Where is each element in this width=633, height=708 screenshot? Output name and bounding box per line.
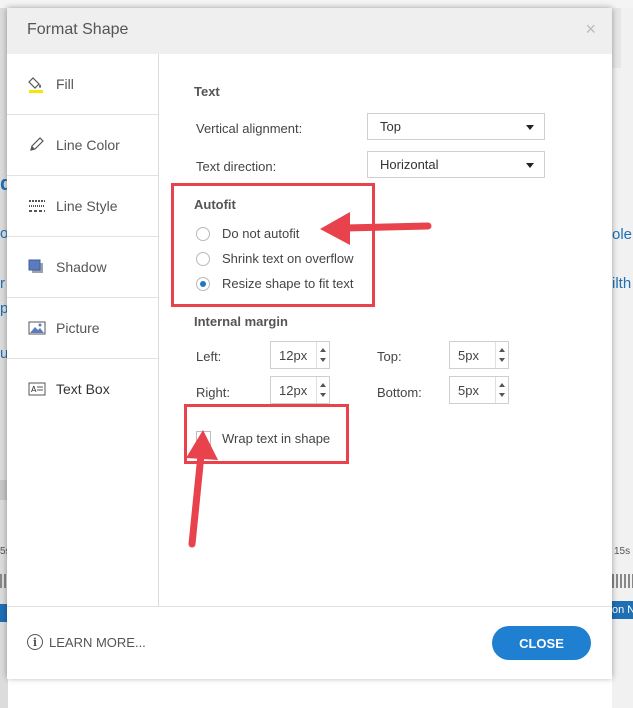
arrow-icon: [320, 212, 432, 245]
annotation-arrows: [186, 212, 432, 548]
arrow-icon: [186, 430, 218, 548]
